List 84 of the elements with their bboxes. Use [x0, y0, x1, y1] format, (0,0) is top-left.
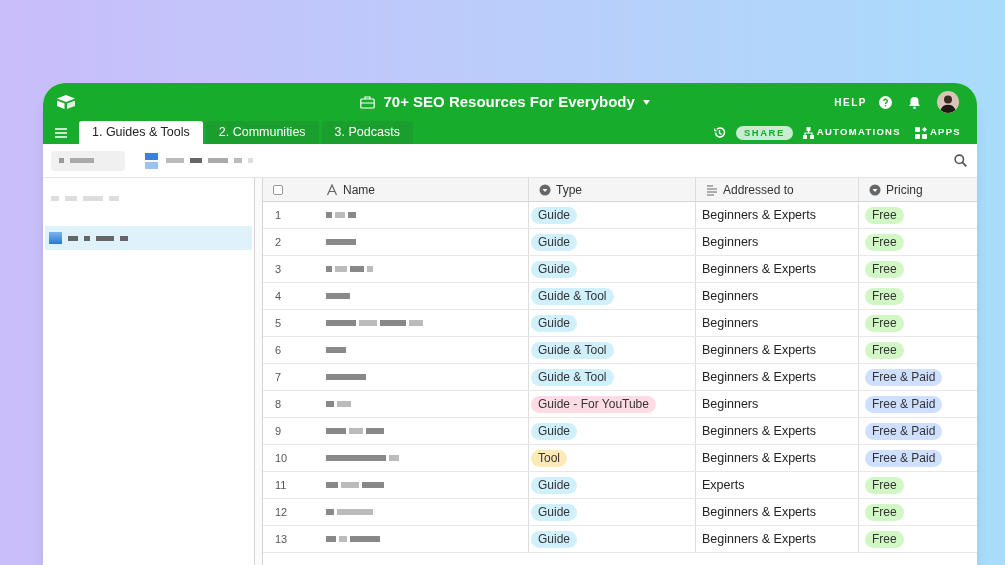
row-number: 1 [275, 207, 282, 223]
avatar-icon[interactable] [937, 91, 959, 113]
column-header[interactable]: Addressed to [723, 180, 794, 199]
column-header[interactable]: Type [556, 180, 582, 199]
pricing-tag: Free [865, 260, 904, 278]
history-icon[interactable] [713, 126, 726, 139]
briefcase-icon [360, 95, 376, 109]
pricing-tag: Free [865, 341, 904, 359]
table-cell-text: Experts [702, 476, 745, 494]
automations-link[interactable]: AUTOMATIONS [816, 125, 901, 140]
table-cell-text: Beginners & Experts [702, 341, 816, 359]
type-tag: Guide & Tool [531, 368, 614, 386]
notification-bell-icon[interactable] [908, 95, 921, 109]
base-title[interactable]: 70+ SEO Resources For Everybody [383, 90, 635, 114]
table-cell-text: Beginners [702, 395, 759, 413]
redacted-sidebar-item[interactable] [45, 226, 252, 250]
dropdown-field-icon [539, 183, 551, 196]
table-cell-text: Beginners & Experts [702, 449, 816, 467]
pricing-tag: Free [865, 503, 904, 521]
type-tag: Guide & Tool [531, 287, 614, 305]
pricing-tag: Free [865, 476, 904, 494]
resize-handle[interactable] [255, 178, 263, 565]
row-number: 6 [275, 342, 282, 358]
table-tab[interactable]: 3. Podcasts [321, 121, 413, 144]
table-cell-text: Beginners & Experts [702, 368, 816, 386]
table-cell-text: Beginners & Experts [702, 260, 816, 278]
table-tab[interactable]: 1. Guides & Tools [79, 121, 203, 144]
pricing-tag: Free & Paid [865, 395, 943, 413]
help-link[interactable]: HELP [834, 94, 867, 110]
table-cell-text: Beginners & Experts [702, 206, 816, 224]
text-field-icon [326, 183, 338, 196]
pricing-tag: Free [865, 530, 904, 548]
pricing-tag: Free & Paid [865, 449, 943, 467]
pricing-tag: Free [865, 233, 904, 251]
type-tag: Guide [531, 476, 578, 494]
pricing-tag: Free & Paid [865, 368, 943, 386]
table-tab[interactable]: 2. Communities [205, 121, 319, 144]
type-tag: Guide [531, 422, 578, 440]
grid-view-icon[interactable] [145, 152, 158, 169]
type-tag: Guide [531, 206, 578, 224]
pricing-tag: Free [865, 314, 904, 332]
table-cell-text: Beginners & Experts [702, 503, 816, 521]
apps-icon[interactable] [914, 126, 927, 139]
type-tag: Guide [531, 503, 578, 521]
table-cell-text: Beginners [702, 233, 759, 251]
table-cell-text: Beginners & Experts [702, 530, 816, 548]
menu-icon[interactable] [55, 128, 67, 138]
row-number: 13 [275, 531, 288, 547]
type-tag: Guide [531, 260, 578, 278]
dropdown-field-icon [869, 183, 881, 196]
search-icon[interactable] [954, 154, 967, 167]
share-button[interactable]: SHARE [736, 125, 793, 140]
row-number: 11 [275, 477, 287, 493]
row-number: 9 [275, 423, 282, 439]
pricing-tag: Free & Paid [865, 422, 943, 440]
column-header[interactable]: Name [343, 180, 375, 199]
row-number: 10 [275, 450, 288, 466]
row-number: 5 [275, 315, 282, 331]
row-number: 3 [275, 261, 282, 277]
long-text-icon [706, 183, 718, 196]
help-icon[interactable] [879, 95, 892, 109]
apps-link[interactable]: APPS [929, 125, 961, 140]
type-tag: Guide [531, 530, 578, 548]
type-tag: Guide [531, 233, 578, 251]
row-number: 2 [275, 234, 282, 250]
type-tag: Guide [531, 314, 578, 332]
row-number: 4 [275, 288, 282, 304]
table-cell-text: Beginners [702, 314, 759, 332]
type-tag: Guide - For YouTube [531, 395, 656, 413]
table-cell-text: Beginners & Experts [702, 422, 816, 440]
automations-icon[interactable] [802, 126, 814, 139]
select-all-checkbox[interactable] [273, 184, 283, 195]
type-tag: Guide & Tool [531, 341, 614, 359]
pricing-tag: Free [865, 287, 904, 305]
logo-icon [56, 94, 76, 110]
row-number: 8 [275, 396, 282, 412]
redacted-view-button[interactable] [51, 150, 125, 171]
column-header[interactable]: Pricing [886, 180, 923, 199]
type-tag: Tool [531, 449, 567, 467]
row-number: 12 [275, 504, 288, 520]
table-cell-text: Beginners [702, 287, 759, 305]
pricing-tag: Free [865, 206, 904, 224]
caret-icon[interactable] [642, 99, 650, 105]
row-number: 7 [275, 369, 282, 385]
